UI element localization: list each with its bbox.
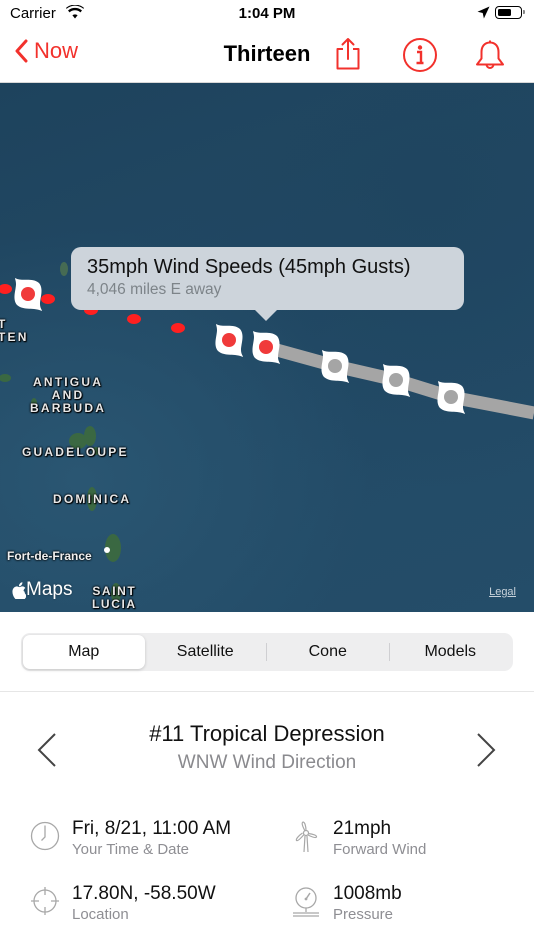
apple-maps-logo: Maps bbox=[12, 579, 72, 601]
clock-icon bbox=[30, 821, 60, 856]
map-label-and: AND bbox=[51, 388, 85, 402]
crosshair-icon bbox=[30, 886, 60, 921]
storm-marker-past[interactable] bbox=[213, 322, 245, 358]
detail-label: Location bbox=[72, 906, 129, 923]
storm-marker-forecast[interactable] bbox=[380, 362, 412, 398]
segment-cone[interactable]: Cone bbox=[267, 635, 389, 669]
detail-value: 1008mb bbox=[333, 883, 402, 904]
callout-subtitle: 4,046 miles E away bbox=[87, 281, 222, 298]
callout-title: 35mph Wind Speeds (45mph Gusts) bbox=[87, 256, 411, 278]
segment-satellite[interactable]: Satellite bbox=[145, 635, 267, 669]
map-label-antigua: ANTIGUA bbox=[33, 375, 104, 389]
map-label-fort-de-france: Fort-de-France bbox=[7, 549, 92, 563]
storm-marker-current[interactable] bbox=[250, 329, 282, 365]
detail-value: Fri, 8/21, 11:00 AM bbox=[72, 818, 232, 839]
storm-marker-forecast[interactable] bbox=[435, 379, 467, 415]
storm-callout[interactable]: 35mph Wind Speeds (45mph Gusts) 4,046 mi… bbox=[71, 247, 464, 321]
back-button-label: Now bbox=[34, 38, 79, 63]
navigation-bar: Now Thirteen bbox=[0, 28, 534, 83]
bell-icon[interactable] bbox=[474, 37, 506, 78]
segment-models[interactable]: Models bbox=[390, 635, 512, 669]
back-button[interactable]: Now bbox=[14, 38, 78, 64]
info-icon[interactable] bbox=[402, 37, 438, 78]
map-label-lucia: LUCIA bbox=[92, 597, 137, 611]
detail-label: Pressure bbox=[333, 906, 394, 923]
detail-label: Forward Wind bbox=[333, 841, 427, 858]
battery-icon bbox=[495, 6, 525, 19]
barometer-icon bbox=[291, 886, 321, 923]
status-bar: Carrier 1:04 PM bbox=[0, 0, 534, 28]
wind-turbine-icon bbox=[291, 821, 321, 858]
map-type-segmented-control: Map Satellite Cone Models bbox=[21, 633, 513, 671]
map-label-guadeloupe: GUADELOUPE bbox=[22, 445, 129, 459]
page-title: Thirteen bbox=[223, 41, 311, 66]
storm-marker-forecast[interactable] bbox=[319, 348, 351, 384]
city-dot bbox=[104, 547, 110, 553]
detail-value: 17.80N, -58.50W bbox=[72, 883, 216, 904]
location-arrow-icon bbox=[477, 6, 490, 24]
segment-map[interactable]: Map bbox=[23, 635, 145, 669]
detail-value: 21mph bbox=[333, 818, 392, 839]
storm-marker-past[interactable] bbox=[12, 276, 44, 312]
legal-link[interactable]: Legal bbox=[489, 586, 516, 598]
storm-subtitle: WNW Wind Direction bbox=[177, 752, 357, 773]
map-label-barbuda: BARBUDA bbox=[30, 401, 107, 415]
hurricane-map[interactable]: T TEN ANTIGUA AND BARBUDA GUADELOUPE DOM… bbox=[0, 83, 534, 612]
maps-brand-label: Maps bbox=[26, 579, 73, 600]
next-advisory-button[interactable] bbox=[475, 732, 497, 773]
share-icon[interactable] bbox=[334, 37, 362, 76]
map-label-saint: SAINT bbox=[92, 584, 137, 598]
divider bbox=[0, 691, 534, 692]
storm-title: #11 Tropical Depression bbox=[149, 721, 385, 746]
detail-label: Your Time & Date bbox=[72, 841, 190, 858]
map-label-sint-maarten-1: T bbox=[0, 317, 8, 331]
status-time: 1:04 PM bbox=[238, 5, 296, 22]
map-label-sint-maarten-2: TEN bbox=[0, 330, 29, 344]
chevron-left-icon bbox=[15, 39, 28, 63]
map-label-dominica: DOMINICA bbox=[53, 492, 132, 506]
apple-icon bbox=[12, 581, 26, 599]
chevron-right-icon bbox=[477, 733, 496, 767]
